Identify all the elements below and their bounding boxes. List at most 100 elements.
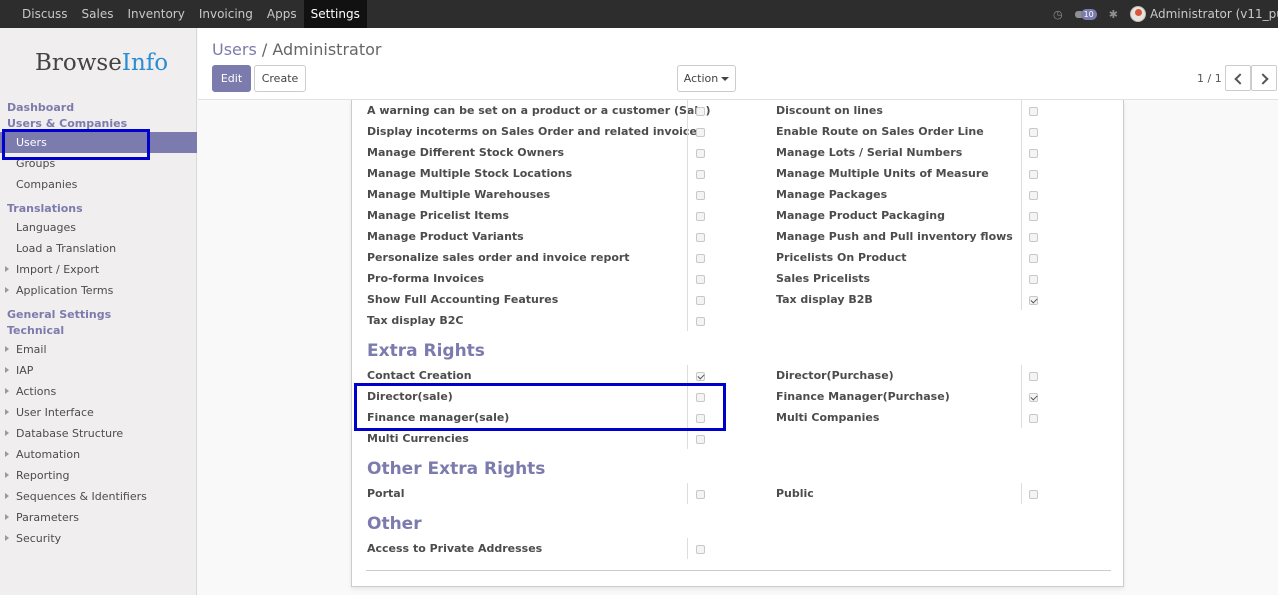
sidebar-item-application-terms[interactable]: Application Terms — [0, 280, 197, 301]
user-avatar[interactable] — [1130, 6, 1146, 22]
field-label-multi-companies: Multi Companies — [776, 411, 880, 424]
sidebar-item-user-interface[interactable]: User Interface — [0, 402, 197, 423]
sidebar-item-database-structure[interactable]: Database Structure — [0, 423, 197, 444]
menu-discuss[interactable]: Discuss — [15, 0, 75, 28]
section-title-other-extra-rights: Other Extra Rights — [367, 459, 546, 479]
sidebar-item-import-export[interactable]: Import / Export — [0, 259, 197, 280]
checkbox-pro-forma-invoices[interactable] — [696, 275, 705, 284]
pager-value[interactable]: 1 / 1 — [1197, 72, 1222, 85]
field-label-manage-multiple-units-of-measure: Manage Multiple Units of Measure — [776, 167, 989, 180]
checkbox-a-warning-can-be-set-on-a-product-or-a-customer-sale[interactable] — [696, 107, 705, 116]
checkbox-manage-product-variants[interactable] — [696, 233, 705, 242]
user-menu[interactable]: Administrator (v11_pur... — [1150, 7, 1278, 21]
clock-icon[interactable]: ◷ — [1053, 8, 1063, 21]
menu-settings[interactable]: Settings — [303, 0, 367, 28]
checkbox-manage-multiple-stock-locations[interactable] — [696, 170, 705, 179]
sidebar-item-security[interactable]: Security — [0, 528, 197, 549]
checkbox-multi-currencies[interactable] — [696, 435, 705, 444]
field-label-tax-display-b2b: Tax display B2B — [776, 293, 873, 306]
field-label-manage-lots-serial-numbers: Manage Lots / Serial Numbers — [776, 146, 963, 159]
checkbox-discount-on-lines[interactable] — [1029, 107, 1038, 116]
caret-right-icon — [5, 535, 9, 541]
systray: ◷ 10 ✱ Administrator (v11_pur... — [1053, 0, 1278, 28]
field-separator — [1021, 268, 1022, 289]
caret-right-icon — [5, 514, 9, 520]
menu-sales[interactable]: Sales — [75, 0, 121, 28]
edit-button[interactable]: Edit — [212, 65, 251, 92]
checkbox-multi-companies[interactable] — [1029, 414, 1038, 423]
action-dropdown[interactable]: Action — [677, 65, 736, 92]
checkbox-director-purchase[interactable] — [1029, 372, 1038, 381]
sidebar-section-general-settings[interactable]: General Settings — [0, 307, 197, 323]
breadcrumb-separator: / — [261, 40, 268, 59]
caret-right-icon — [5, 451, 9, 457]
caret-down-icon — [721, 77, 730, 81]
field-label-show-full-accounting-features: Show Full Accounting Features — [367, 293, 559, 306]
checkbox-tax-display-b2b[interactable] — [1029, 296, 1038, 305]
checkbox-manage-product-packaging[interactable] — [1029, 212, 1038, 221]
checkbox-pricelists-on-product[interactable] — [1029, 254, 1038, 263]
sidebar-item-parameters[interactable]: Parameters — [0, 507, 197, 528]
field-separator — [1021, 184, 1022, 205]
field-separator — [687, 121, 688, 142]
field-separator — [687, 247, 688, 268]
checkbox-public[interactable] — [1029, 490, 1038, 499]
sidebar-menu: Dashboard Users & Companies Users Groups Com… — [0, 100, 197, 549]
caret-right-icon — [5, 430, 9, 436]
checkbox-tax-display-b2c[interactable] — [696, 317, 705, 326]
sidebar-item-languages[interactable]: Languages — [0, 217, 197, 238]
checkbox-manage-push-and-pull-inventory-flows[interactable] — [1029, 233, 1038, 242]
caret-right-icon — [5, 287, 9, 293]
pager-next-button[interactable] — [1251, 65, 1277, 91]
sidebar-section-translations[interactable]: Translations — [0, 201, 197, 217]
field-separator — [687, 100, 688, 121]
breadcrumb-users-link[interactable]: Users — [212, 40, 257, 59]
sidebar-item-actions[interactable]: Actions — [0, 381, 197, 402]
checkbox-manage-different-stock-owners[interactable] — [696, 149, 705, 158]
checkbox-manage-packages[interactable] — [1029, 191, 1038, 200]
company-logo: BrowseInfo — [35, 50, 168, 76]
field-label-discount-on-lines: Discount on lines — [776, 104, 883, 117]
sidebar-item-load-a-translation[interactable]: Load a Translation — [0, 238, 197, 259]
checkbox-finance-manager-purchase[interactable] — [1029, 393, 1038, 402]
sidebar-item-automation[interactable]: Automation — [0, 444, 197, 465]
field-separator — [687, 310, 688, 331]
checkbox-manage-multiple-units-of-measure[interactable] — [1029, 170, 1038, 179]
menu-inventory[interactable]: Inventory — [121, 0, 192, 28]
checkbox-display-incoterms-on-sales-order-and-related-invoices[interactable] — [696, 128, 705, 137]
field-separator — [1021, 142, 1022, 163]
sidebar-item-sequences-identifiers[interactable]: Sequences & Identifiers — [0, 486, 197, 507]
pager-previous-button[interactable] — [1225, 65, 1251, 91]
checkbox-contact-creation[interactable] — [696, 372, 705, 381]
bug-icon[interactable]: ✱ — [1109, 8, 1118, 21]
checkbox-sales-pricelists[interactable] — [1029, 275, 1038, 284]
checkbox-manage-multiple-warehouses[interactable] — [696, 191, 705, 200]
checkbox-manage-pricelist-items[interactable] — [696, 212, 705, 221]
sidebar-item-reporting[interactable]: Reporting — [0, 465, 197, 486]
menu-invoicing[interactable]: Invoicing — [192, 0, 260, 28]
checkbox-access-to-private-addresses[interactable] — [696, 545, 705, 554]
checkbox-portal[interactable] — [696, 490, 705, 499]
checkbox-personalize-sales-order-and-invoice-report[interactable] — [696, 254, 705, 263]
highlight-box-users — [2, 129, 150, 160]
checkbox-enable-route-on-sales-order-line[interactable] — [1029, 128, 1038, 137]
sidebar-item-companies[interactable]: Companies — [0, 174, 197, 195]
field-separator — [687, 163, 688, 184]
section-title-extra-rights: Extra Rights — [367, 341, 485, 361]
caret-right-icon — [5, 266, 9, 272]
menu-apps[interactable]: Apps — [260, 0, 304, 28]
sidebar-item-iap[interactable]: IAP — [0, 360, 197, 381]
checkbox-manage-lots-serial-numbers[interactable] — [1029, 149, 1038, 158]
app-menu: Discuss Sales Inventory Invoicing Apps Settin… — [15, 0, 367, 28]
checkbox-show-full-accounting-features[interactable] — [696, 296, 705, 305]
messaging-menu[interactable]: 10 — [1074, 8, 1097, 20]
sidebar-section-dashboard[interactable]: Dashboard — [0, 100, 197, 116]
field-label-sales-pricelists: Sales Pricelists — [776, 272, 871, 285]
field-separator — [1021, 365, 1022, 386]
create-button[interactable]: Create — [254, 65, 306, 92]
top-navbar: Discuss Sales Inventory Invoicing Apps Settin… — [0, 0, 1278, 28]
field-separator — [687, 184, 688, 205]
field-label-manage-product-variants: Manage Product Variants — [367, 230, 524, 243]
sidebar-item-email[interactable]: Email — [0, 339, 197, 360]
sidebar-section-technical[interactable]: Technical — [0, 323, 197, 339]
